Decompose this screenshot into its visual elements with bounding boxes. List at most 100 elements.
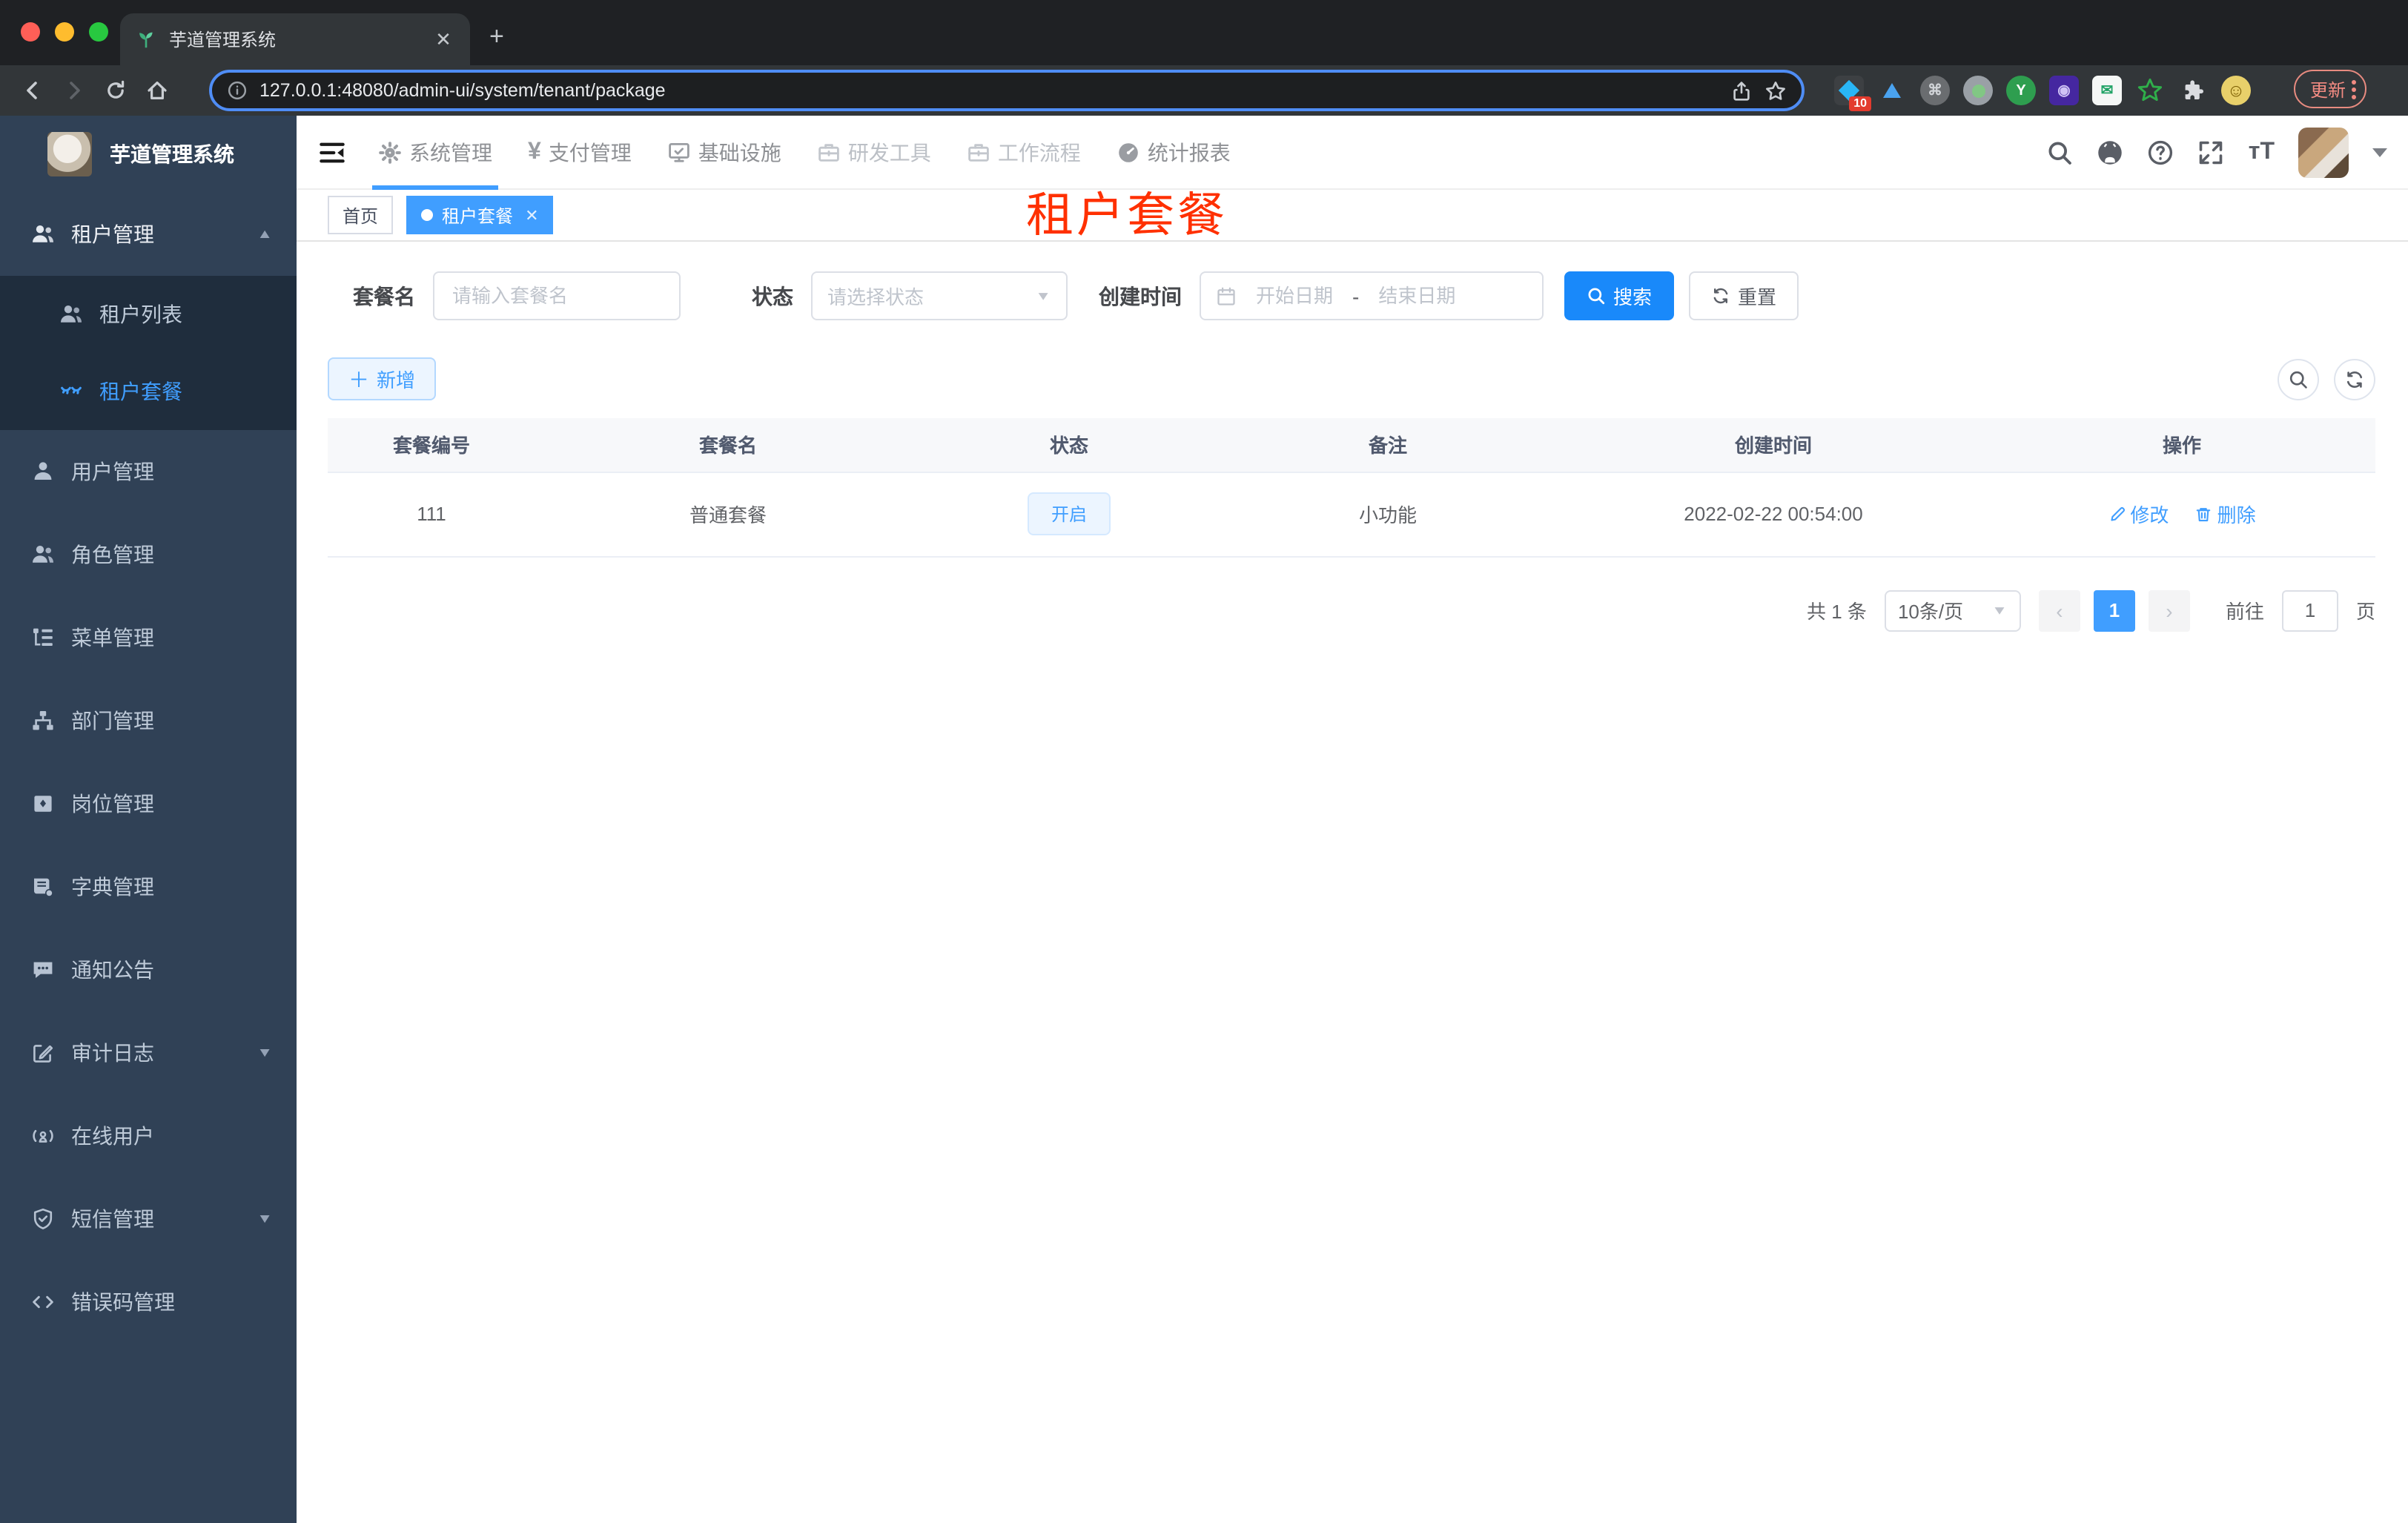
users-icon <box>61 305 82 323</box>
tag-tenant-package[interactable]: 租户套餐 ✕ <box>406 196 554 234</box>
fullscreen-icon[interactable] <box>2198 139 2225 166</box>
tag-close-icon[interactable]: ✕ <box>525 205 538 225</box>
sidebar-logo[interactable]: 芋道管理系统 <box>0 116 297 193</box>
avatar-caret-icon[interactable] <box>2372 148 2387 157</box>
edit-link[interactable]: 修改 <box>2108 500 2169 528</box>
browser-menu-icon[interactable] <box>2352 79 2357 99</box>
yen-icon: ¥ <box>528 139 541 164</box>
search-icon[interactable] <box>2047 139 2074 166</box>
help-icon[interactable] <box>2148 139 2174 166</box>
dictionary-icon <box>34 878 53 897</box>
sidebar-item-post-management[interactable]: 岗位管理 <box>0 762 297 845</box>
sidebar-item-tenant-management[interactable]: 租户管理 ▲ <box>0 193 297 276</box>
sidebar-item-menu-management[interactable]: 菜单管理 <box>0 596 297 679</box>
table-refresh-button[interactable] <box>2334 358 2375 400</box>
extension-icon[interactable] <box>1877 76 1907 105</box>
goto-page-input[interactable] <box>2281 589 2338 631</box>
nav-item-dev-tools[interactable]: 研发工具 <box>799 115 949 189</box>
status-badge: 开启 <box>1027 492 1111 535</box>
sidebar-collapse-button[interactable] <box>297 139 360 165</box>
nav-item-infrastructure[interactable]: 基础设施 <box>649 115 799 189</box>
cell-remark: 小功能 <box>1217 472 1558 557</box>
sidebar-item-notice[interactable]: 通知公告 <box>0 928 297 1011</box>
package-table: 套餐编号 套餐名 状态 备注 创建时间 操作 111 普通套餐 开启 小功能 2… <box>328 418 2375 557</box>
github-icon[interactable] <box>2097 139 2124 166</box>
package-name-input[interactable] <box>433 271 681 320</box>
extension-icon[interactable] <box>1963 76 1993 105</box>
extensions-row: 10 ⌘ Y ◉ ✉ ☺ <box>1834 70 2251 111</box>
sidebar-item-dept-management[interactable]: 部门管理 <box>0 679 297 762</box>
home-button[interactable] <box>136 70 178 111</box>
extension-icon[interactable]: ◉ <box>2049 76 2079 105</box>
message-icon <box>33 962 53 978</box>
sidebar-item-sms-management[interactable]: 短信管理 ▼ <box>0 1177 297 1261</box>
add-button[interactable]: ＋ 新增 <box>328 357 437 400</box>
tag-home[interactable]: 首页 <box>328 196 394 234</box>
extension-icon[interactable] <box>2135 76 2165 105</box>
browser-tab[interactable]: 芋道管理系统 ✕ <box>120 13 470 65</box>
user-avatar[interactable] <box>2298 128 2349 178</box>
window-close-button[interactable] <box>21 22 40 42</box>
new-tab-button[interactable]: + <box>489 24 504 49</box>
current-page-button[interactable]: 1 <box>2093 589 2135 631</box>
extension-icon[interactable]: 10 <box>1834 76 1871 111</box>
chrome-update-button[interactable]: 更新 <box>2294 70 2367 108</box>
user-icon <box>34 462 52 480</box>
filter-status-label: 状态 <box>752 284 793 308</box>
font-size-icon[interactable]: ᴛT <box>2249 139 2275 166</box>
nav-item-payment[interactable]: ¥ 支付管理 <box>510 115 649 189</box>
window-controls[interactable] <box>21 22 108 42</box>
back-button[interactable] <box>12 70 53 111</box>
sidebar-item-role-management[interactable]: 角色管理 <box>0 513 297 596</box>
nav-item-system[interactable]: 系统管理 <box>360 115 510 189</box>
calendar-icon <box>1217 286 1235 305</box>
filter-date-label: 创建时间 <box>1099 284 1182 308</box>
post-badge-icon <box>34 796 52 812</box>
search-button[interactable]: 搜索 <box>1564 271 1675 320</box>
browser-tabstrip: 芋道管理系统 ✕ + <box>0 0 2408 65</box>
table-header-row: 套餐编号 套餐名 状态 备注 创建时间 操作 <box>328 418 2375 472</box>
plus-icon: ＋ <box>348 367 369 391</box>
date-end-input[interactable] <box>1368 283 1466 308</box>
sidebar-item-audit-log[interactable]: 审计日志 ▼ <box>0 1011 297 1094</box>
share-icon[interactable] <box>1730 79 1753 102</box>
status-select[interactable]: 请选择状态 ▼ <box>811 271 1068 320</box>
reset-button[interactable]: 重置 <box>1689 271 1799 320</box>
chevron-down-icon: ▼ <box>1991 604 2008 617</box>
url-bar[interactable]: 127.0.0.1:48080/admin-ui/system/tenant/p… <box>209 70 1805 111</box>
date-separator: - <box>1352 284 1360 308</box>
date-range-picker[interactable]: - <box>1200 271 1544 320</box>
prev-page-button[interactable]: ‹ <box>2038 589 2080 631</box>
extension-icon[interactable]: ⌘ <box>1920 76 1950 105</box>
trash-icon <box>2197 507 2211 521</box>
extension-icon[interactable]: Y <box>2006 76 2036 105</box>
date-start-input[interactable] <box>1246 283 1343 308</box>
sidebar-item-user-management[interactable]: 用户管理 <box>0 430 297 513</box>
reload-button[interactable] <box>95 70 136 111</box>
window-minimize-button[interactable] <box>55 22 74 42</box>
nav-item-workflow[interactable]: 工作流程 <box>949 115 1099 189</box>
extensions-puzzle-icon[interactable] <box>2178 76 2208 105</box>
bookmark-star-icon[interactable] <box>1764 79 1787 102</box>
table-search-toggle-button[interactable] <box>2278 358 2319 400</box>
search-icon <box>2289 370 2307 388</box>
delete-link[interactable]: 删除 <box>2195 500 2256 528</box>
url-text[interactable]: 127.0.0.1:48080/admin-ui/system/tenant/p… <box>259 80 1719 101</box>
sidebar-item-tenant-package[interactable]: 租户套餐 <box>0 353 297 430</box>
extension-icon[interactable]: ✉ <box>2092 76 2122 105</box>
site-info-icon[interactable] <box>227 80 248 101</box>
tab-close-icon[interactable]: ✕ <box>431 27 455 51</box>
page-size-select[interactable]: 10条/页 ▼ <box>1884 589 2021 631</box>
sidebar-item-dict-management[interactable]: 字典管理 <box>0 845 297 928</box>
sidebar-item-tenant-list[interactable]: 租户列表 <box>0 276 297 353</box>
cell-created-at: 2022-02-22 00:54:00 <box>1558 472 1988 557</box>
forward-button[interactable] <box>53 70 95 111</box>
nav-item-reports[interactable]: 统计报表 <box>1099 115 1248 189</box>
sidebar-item-errorcode-management[interactable]: 错误码管理 <box>0 1261 297 1344</box>
browser-window: 芋道管理系统 ✕ + 127.0.0.1:48080/admin-ui/syst… <box>0 0 2408 1523</box>
gear-icon <box>379 141 401 163</box>
sidebar-item-online-users[interactable]: 在线用户 <box>0 1094 297 1177</box>
window-maximize-button[interactable] <box>89 22 108 42</box>
next-page-button[interactable]: › <box>2148 589 2190 631</box>
profile-avatar-icon[interactable]: ☺ <box>2221 76 2251 105</box>
